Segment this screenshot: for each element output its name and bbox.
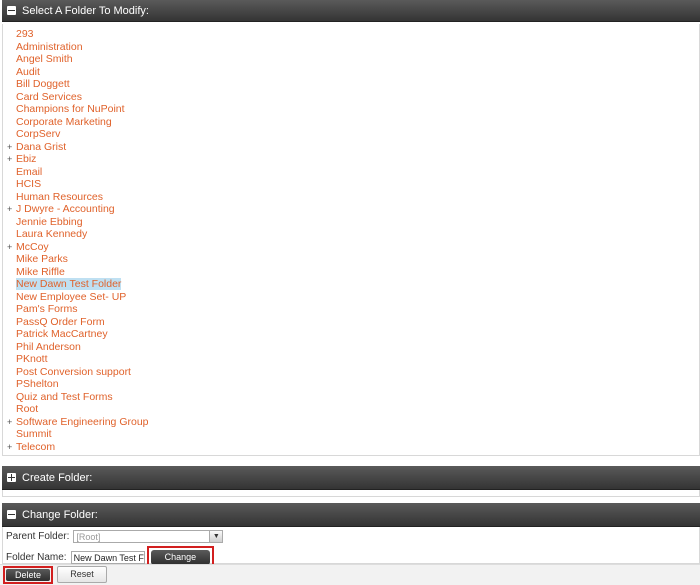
- folder-item[interactable]: PKnott: [3, 353, 699, 366]
- folder-link[interactable]: Telecom: [16, 441, 55, 453]
- collapse-icon[interactable]: [7, 6, 16, 15]
- folder-item[interactable]: + Dana Grist: [3, 141, 699, 154]
- folder-link[interactable]: Ebiz: [16, 153, 36, 165]
- folder-link[interactable]: HCIS: [16, 178, 41, 190]
- footer-bar: Delete Reset: [0, 564, 700, 585]
- parent-folder-label: Parent Folder:: [6, 531, 70, 542]
- folder-item[interactable]: PassQ Order Form: [3, 316, 699, 329]
- folder-link[interactable]: Root: [16, 403, 38, 415]
- select-folder-title: Select A Folder To Modify:: [22, 4, 149, 17]
- expand-icon[interactable]: +: [7, 416, 12, 429]
- folder-link[interactable]: Card Services: [16, 91, 82, 103]
- expand-icon[interactable]: +: [7, 153, 12, 166]
- folder-item[interactable]: CorpServ: [3, 128, 699, 141]
- folder-item[interactable]: PShelton: [3, 378, 699, 391]
- folder-link[interactable]: PShelton: [16, 378, 59, 390]
- folder-link[interactable]: PassQ Order Form: [16, 316, 105, 328]
- folder-link[interactable]: CorpServ: [16, 128, 60, 140]
- folder-link[interactable]: Human Resources: [16, 191, 103, 203]
- delete-button-callout: Delete: [3, 566, 53, 584]
- expand-icon[interactable]: [7, 473, 16, 482]
- folder-item[interactable]: Laura Kennedy: [3, 228, 699, 241]
- folder-link[interactable]: Patrick MacCartney: [16, 328, 108, 340]
- folder-item[interactable]: Mike Riffle: [3, 266, 699, 279]
- collapse-icon[interactable]: [7, 510, 16, 519]
- folder-link[interactable]: Quiz and Test Forms: [16, 391, 113, 403]
- folder-link[interactable]: Champions for NuPoint: [16, 103, 125, 115]
- folder-link[interactable]: Mike Parks: [16, 253, 68, 265]
- change-button[interactable]: Change: [150, 550, 211, 565]
- folder-item[interactable]: + Telecom: [3, 441, 699, 454]
- folder-link[interactable]: New Employee Set- UP: [16, 291, 126, 303]
- folder-link[interactable]: Jennie Ebbing: [16, 216, 83, 228]
- parent-folder-select[interactable]: [Root] ▼: [73, 530, 224, 543]
- select-folder-header[interactable]: Select A Folder To Modify:: [2, 0, 700, 22]
- folder-item[interactable]: Human Resources: [3, 191, 699, 204]
- folder-item[interactable]: Summit: [3, 428, 699, 441]
- folder-link[interactable]: Software Engineering Group: [16, 416, 149, 428]
- folder-link[interactable]: Bill Doggett: [16, 78, 70, 90]
- change-folder-header[interactable]: Change Folder:: [2, 503, 700, 527]
- expand-icon[interactable]: +: [7, 203, 12, 216]
- create-folder-title: Create Folder:: [22, 471, 93, 484]
- folder-name-input[interactable]: New Dawn Test Folder: [70, 551, 145, 564]
- folder-list: 293 Administration Angel Smith Audit Bill Do…: [2, 24, 700, 456]
- folder-link[interactable]: Mike Riffle: [16, 266, 65, 278]
- folder-item[interactable]: Champions for NuPoint: [3, 103, 699, 116]
- folder-item[interactable]: Bill Doggett: [3, 78, 699, 91]
- folder-link[interactable]: Email: [16, 166, 42, 178]
- folder-item[interactable]: Angel Smith: [3, 53, 699, 66]
- folder-item[interactable]: HCIS: [3, 178, 699, 191]
- folder-item[interactable]: + J Dwyre - Accounting: [3, 203, 699, 216]
- delete-button[interactable]: Delete: [6, 569, 50, 581]
- folder-link[interactable]: Angel Smith: [16, 53, 73, 65]
- folder-item[interactable]: + Ebiz: [3, 153, 699, 166]
- folder-link[interactable]: Audit: [16, 66, 40, 78]
- folder-link[interactable]: New Dawn Test Folder: [16, 278, 122, 290]
- folder-link[interactable]: Summit: [16, 428, 52, 440]
- reset-button[interactable]: Reset: [57, 566, 107, 583]
- folder-item[interactable]: Corporate Marketing: [3, 116, 699, 129]
- folder-item[interactable]: Quiz and Test Forms: [3, 391, 699, 404]
- folder-link[interactable]: PKnott: [16, 353, 48, 365]
- change-folder-title: Change Folder:: [22, 508, 98, 521]
- dropdown-arrow-icon[interactable]: ▼: [209, 531, 223, 542]
- create-folder-body: [2, 490, 700, 497]
- folder-link[interactable]: Phil Anderson: [16, 341, 81, 353]
- folder-link[interactable]: Post Conversion support: [16, 366, 131, 378]
- folder-name-label: Folder Name:: [6, 552, 67, 563]
- folder-link[interactable]: McCoy: [16, 241, 49, 253]
- folder-item[interactable]: Post Conversion support: [3, 366, 699, 379]
- folder-link[interactable]: Corporate Marketing: [16, 116, 112, 128]
- folder-item[interactable]: Patrick MacCartney: [3, 328, 699, 341]
- folder-item[interactable]: Jennie Ebbing: [3, 216, 699, 229]
- folder-item[interactable]: Pam's Forms: [3, 303, 699, 316]
- folder-item[interactable]: Email: [3, 166, 699, 179]
- folder-item[interactable]: Audit: [3, 66, 699, 79]
- folder-item[interactable]: + McCoy: [3, 241, 699, 254]
- folder-tree: 293 Administration Angel Smith Audit Bill Do…: [3, 24, 699, 453]
- folder-link[interactable]: Laura Kennedy: [16, 228, 87, 240]
- expand-icon[interactable]: +: [7, 441, 12, 454]
- folder-item[interactable]: Mike Parks: [3, 253, 699, 266]
- expand-icon[interactable]: +: [7, 141, 12, 154]
- folder-item[interactable]: Phil Anderson: [3, 341, 699, 354]
- folder-link[interactable]: Pam's Forms: [16, 303, 78, 315]
- folder-item[interactable]: New Employee Set- UP: [3, 291, 699, 304]
- create-folder-header[interactable]: Create Folder:: [2, 466, 700, 490]
- change-folder-body: Parent Folder: [Root] ▼ Folder Name: New…: [2, 527, 700, 569]
- folder-item[interactable]: New Dawn Test Folder: [3, 278, 699, 291]
- folder-item[interactable]: Card Services: [3, 91, 699, 104]
- folder-link[interactable]: Administration: [16, 41, 83, 53]
- parent-folder-row: Parent Folder: [Root] ▼: [6, 530, 224, 543]
- folder-item[interactable]: 293: [3, 28, 699, 41]
- folder-link[interactable]: Dana Grist: [16, 141, 66, 153]
- folder-link[interactable]: 293: [16, 28, 34, 40]
- parent-folder-value: [Root]: [76, 532, 101, 542]
- folder-item[interactable]: Root: [3, 403, 699, 416]
- folder-item[interactable]: Administration: [3, 41, 699, 54]
- folder-link[interactable]: J Dwyre - Accounting: [16, 203, 115, 215]
- expand-icon[interactable]: +: [7, 241, 12, 254]
- folder-item[interactable]: + Software Engineering Group: [3, 416, 699, 429]
